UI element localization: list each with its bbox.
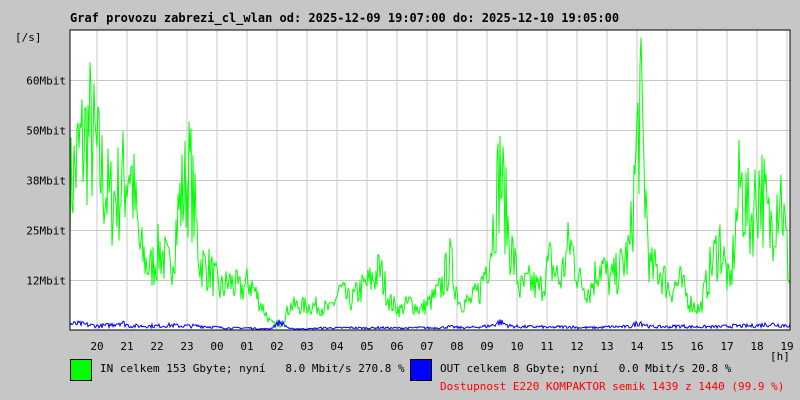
traffic-graph: Graf provozu zabrezi_cl_wlan od: 2025-12…: [0, 0, 800, 400]
legend-in-text: IN celkem 153 Gbyte; nyní 8.0 Mbit/s 270…: [100, 362, 405, 375]
x-tick-label: 10: [510, 340, 523, 353]
x-tick-label: 16: [690, 340, 703, 353]
x-tick-label: 21: [120, 340, 133, 353]
x-tick-label: 13: [600, 340, 613, 353]
y-tick-label: 25Mbit: [26, 225, 66, 238]
x-tick-label: 04: [330, 340, 344, 353]
x-tick-label: 07: [420, 340, 433, 353]
y-tick-label: 50Mbit: [26, 125, 66, 138]
x-tick-label: 03: [300, 340, 313, 353]
x-tick-label: 00: [210, 340, 223, 353]
x-tick-label: 11: [540, 340, 553, 353]
x-tick-label: 23: [180, 340, 193, 353]
chart-plot: 20 21 22 23 00 01 02 03 04 05 06 07 08 09 10 11 12 13 14 15…: [26, 29, 794, 353]
x-tick-label: 17: [720, 340, 733, 353]
x-tick-label: 02: [270, 340, 283, 353]
x-tick-label: 06: [390, 340, 403, 353]
x-tick-label: 15: [660, 340, 673, 353]
x-tick-label: 14: [630, 340, 644, 353]
y-tick-label: 12Mbit: [26, 275, 66, 288]
x-tick-label: 22: [150, 340, 163, 353]
legend-out-swatch: [410, 359, 432, 381]
legend-in-swatch: [70, 359, 92, 381]
x-tick-label: 19: [780, 340, 793, 353]
legend-out-text: OUT celkem 8 Gbyte; nyní 0.0 Mbit/s 20.8…: [440, 362, 732, 375]
x-tick-label: 09: [480, 340, 493, 353]
y-tick-label: 60Mbit: [26, 75, 66, 88]
y-tick-label: 38Mbit: [26, 175, 66, 188]
x-tick-label: 05: [360, 340, 373, 353]
availability-text: Dostupnost E220 KOMPAKTOR semik 1439 z 1…: [440, 380, 785, 393]
x-tick-label: 20: [90, 340, 103, 353]
x-tick-label: 01: [240, 340, 253, 353]
x-tick-label: 12: [570, 340, 583, 353]
x-tick-label: 18: [750, 340, 763, 353]
x-tick-label: 08: [450, 340, 463, 353]
